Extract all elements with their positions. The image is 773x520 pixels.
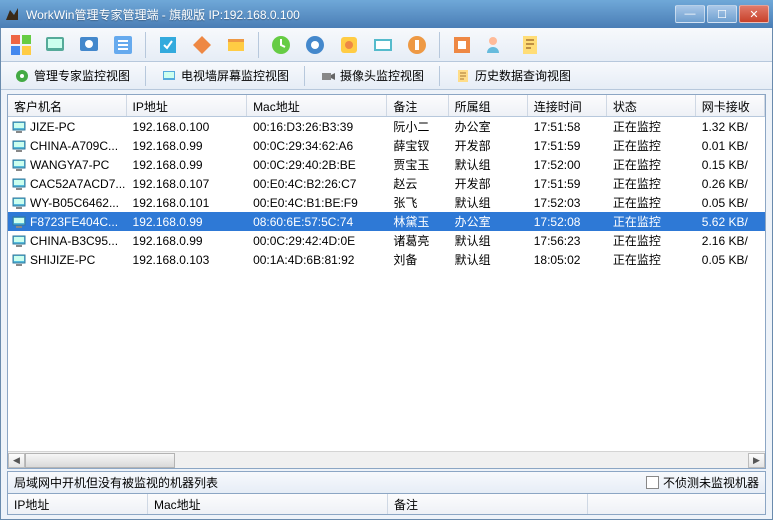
- table-row[interactable]: WANGYA7-PC192.168.0.9900:0C:29:40:2B:BE贾…: [8, 155, 765, 174]
- table-row[interactable]: CHINA-B3C95...192.168.0.9900:0C:29:42:4D…: [8, 231, 765, 250]
- tab-monitor-view[interactable]: 管理专家监控视图: [7, 64, 137, 87]
- tab-label: 摄像头监控视图: [340, 67, 424, 84]
- wall-icon: [161, 68, 177, 84]
- tool-icon-11[interactable]: [369, 31, 397, 59]
- tool-icon-1[interactable]: [7, 31, 35, 59]
- grid-body[interactable]: JIZE-PC192.168.0.10000:16:D3:26:B3:39阮小二…: [8, 117, 765, 451]
- computer-icon: [12, 178, 26, 190]
- computer-icon: [12, 254, 26, 266]
- tool-icon-8[interactable]: [267, 31, 295, 59]
- no-detect-checkbox[interactable]: 不侦测未监视机器: [646, 474, 759, 491]
- tab-wall-view[interactable]: 电视墙屏幕监控视图: [154, 64, 296, 87]
- tab-camera-view[interactable]: 摄像头监控视图: [313, 64, 431, 87]
- bottom-bar: 局域网中开机但没有被监视的机器列表 不侦测未监视机器: [7, 471, 766, 493]
- tool-icon-12[interactable]: [403, 31, 431, 59]
- tab-label: 管理专家监控视图: [34, 67, 130, 84]
- horizontal-scrollbar[interactable]: ◀ ▶: [8, 451, 765, 468]
- computer-icon: [12, 140, 26, 152]
- tool-icon-6[interactable]: [188, 31, 216, 59]
- window-controls: — ☐ ✕: [675, 5, 769, 23]
- col-ip[interactable]: IP地址: [127, 95, 248, 116]
- col-group[interactable]: 所属组: [449, 95, 528, 116]
- view-tabs: 管理专家监控视图 电视墙屏幕监控视图 摄像头监控视图 历史数据查询视图: [1, 62, 772, 90]
- table-row[interactable]: F8723FE404C...192.168.0.9908:60:6E:57:5C…: [8, 212, 765, 231]
- computer-icon: [12, 197, 26, 209]
- tool-icon-7[interactable]: [222, 31, 250, 59]
- maximize-button[interactable]: ☐: [707, 5, 737, 23]
- tool-icon-13[interactable]: [448, 31, 476, 59]
- bottom-label: 局域网中开机但没有被监视的机器列表: [14, 474, 646, 491]
- bcol-mac[interactable]: Mac地址: [148, 494, 388, 514]
- col-net[interactable]: 网卡接收: [696, 95, 765, 116]
- tool-icon-5[interactable]: [154, 31, 182, 59]
- window-title: WorkWin管理专家管理端 - 旗舰版 IP:192.168.0.100: [26, 6, 675, 23]
- col-mac[interactable]: Mac地址: [247, 95, 387, 116]
- col-status[interactable]: 状态: [607, 95, 696, 116]
- checkbox-icon: [646, 476, 659, 489]
- table-row[interactable]: CHINA-A709C...192.168.0.9900:0C:29:34:62…: [8, 136, 765, 155]
- bcol-ip[interactable]: IP地址: [8, 494, 148, 514]
- table-row[interactable]: WY-B05C6462...192.168.0.10100:E0:4C:B1:B…: [8, 193, 765, 212]
- close-button[interactable]: ✕: [739, 5, 769, 23]
- computer-icon: [12, 121, 26, 133]
- tool-icon-15[interactable]: [516, 31, 544, 59]
- tab-label: 历史数据查询视图: [475, 67, 571, 84]
- grid-header: 客户机名 IP地址 Mac地址 备注 所属组 连接时间 状态 网卡接收: [8, 95, 765, 117]
- tool-icon-2[interactable]: [41, 31, 69, 59]
- computer-icon: [12, 216, 26, 228]
- bcol-remark[interactable]: 备注: [388, 494, 588, 514]
- titlebar: WorkWin管理专家管理端 - 旗舰版 IP:192.168.0.100 — …: [0, 0, 773, 28]
- scroll-right-button[interactable]: ▶: [748, 453, 765, 468]
- minimize-button[interactable]: —: [675, 5, 705, 23]
- checkbox-label: 不侦测未监视机器: [663, 474, 759, 491]
- camera-icon: [320, 68, 336, 84]
- tool-icon-14[interactable]: [482, 31, 510, 59]
- tool-icon-9[interactable]: [301, 31, 329, 59]
- scroll-left-button[interactable]: ◀: [8, 453, 25, 468]
- col-remark[interactable]: 备注: [387, 95, 448, 116]
- tool-icon-10[interactable]: [335, 31, 363, 59]
- table-row[interactable]: SHIJIZE-PC192.168.0.10300:1A:4D:6B:81:92…: [8, 250, 765, 269]
- app-icon: [4, 6, 20, 22]
- client-grid: 客户机名 IP地址 Mac地址 备注 所属组 连接时间 状态 网卡接收 JIZE…: [7, 94, 766, 469]
- table-row[interactable]: CAC52A7ACD7...192.168.0.10700:E0:4C:B2:2…: [8, 174, 765, 193]
- col-time[interactable]: 连接时间: [528, 95, 607, 116]
- history-icon: [455, 68, 471, 84]
- computer-icon: [12, 159, 26, 171]
- main-toolbar: [1, 28, 772, 62]
- scroll-thumb[interactable]: [25, 453, 175, 468]
- tool-icon-3[interactable]: [75, 31, 103, 59]
- bottom-grid: IP地址 Mac地址 备注: [7, 493, 766, 515]
- tab-label: 电视墙屏幕监控视图: [181, 67, 289, 84]
- monitor-icon: [14, 68, 30, 84]
- tool-icon-4[interactable]: [109, 31, 137, 59]
- table-row[interactable]: JIZE-PC192.168.0.10000:16:D3:26:B3:39阮小二…: [8, 117, 765, 136]
- tab-history-view[interactable]: 历史数据查询视图: [448, 64, 578, 87]
- computer-icon: [12, 235, 26, 247]
- col-client-name[interactable]: 客户机名: [8, 95, 127, 116]
